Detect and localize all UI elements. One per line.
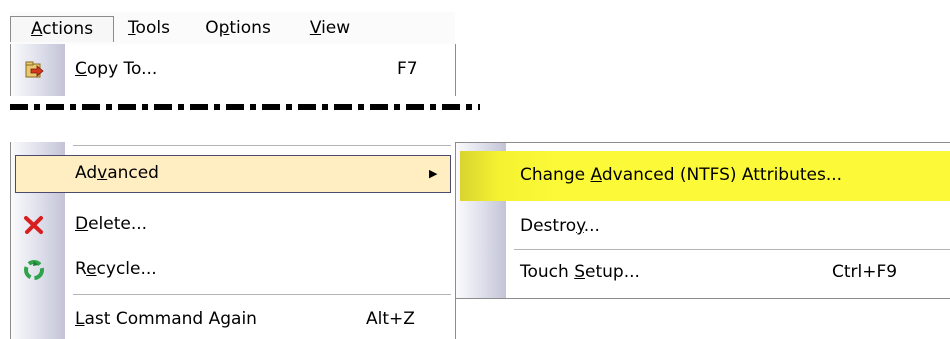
menu-item-label: Advanced	[75, 163, 159, 183]
menu-item-shortcut: F7	[397, 59, 418, 79]
actions-menu-bottom: Advanced ▶ Delete... Recycle... Last Com…	[10, 142, 456, 339]
menu-item-shortcut: Ctrl+F9	[832, 262, 898, 282]
menu-item-delete[interactable]: Delete...	[11, 207, 455, 243]
menu-item-label: Recycle...	[75, 259, 157, 279]
copy-to-icon	[23, 59, 45, 81]
menu-options[interactable]: Options	[195, 16, 281, 41]
recycle-icon	[23, 259, 45, 281]
menu-separator	[73, 294, 451, 295]
menu-item-label: Delete...	[75, 214, 148, 234]
menu-item-label: Change Advanced (NTFS) Attributes...	[520, 165, 843, 185]
menu-item-label: Touch Setup...	[520, 262, 640, 282]
menu-item-label: Destroy...	[520, 216, 600, 236]
actions-menu-top: Copy To... F7	[10, 44, 456, 96]
menu-bar: Actions Tools Options View	[10, 12, 455, 44]
menu-separator	[514, 249, 950, 250]
submenu-arrow-icon: ▶	[429, 167, 438, 180]
submenu-item-destroy[interactable]: Destroy...	[456, 209, 950, 245]
menu-item-label: Copy To...	[75, 59, 158, 79]
advanced-submenu: Change Advanced (NTFS) Attributes... Des…	[455, 142, 950, 299]
menu-item-last-command-again[interactable]: Last Command Again Alt+Z	[11, 302, 455, 338]
menu-tools[interactable]: Tools	[116, 16, 182, 41]
menu-item-recycle[interactable]: Recycle...	[11, 252, 455, 288]
submenu-item-touch-setup[interactable]: Touch Setup... Ctrl+F9	[456, 255, 950, 291]
menu-item-label: Last Command Again	[75, 309, 257, 329]
delete-x-icon	[23, 214, 45, 236]
submenu-item-change-advanced-attributes[interactable]: Change Advanced (NTFS) Attributes...	[456, 158, 950, 194]
menu-actions[interactable]: Actions	[10, 16, 114, 42]
menu-view[interactable]: View	[302, 16, 358, 41]
menu-item-shortcut: Alt+Z	[366, 309, 415, 329]
menu-item-copy-to[interactable]: Copy To... F7	[11, 52, 455, 88]
menu-item-advanced[interactable]: Advanced ▶	[11, 156, 455, 192]
menu-separator	[73, 145, 451, 146]
break-line	[10, 104, 480, 110]
